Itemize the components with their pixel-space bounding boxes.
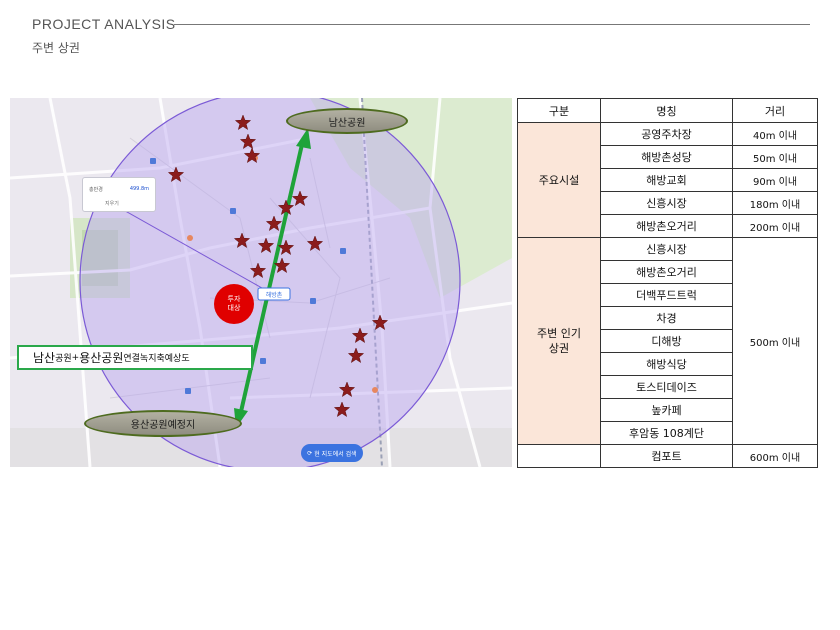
name-cell: 컴포트 xyxy=(600,444,733,468)
table-header-row: 구분 명칭 거리 xyxy=(517,98,818,123)
page-title: PROJECT ANALYSIS xyxy=(32,16,176,32)
name-cell: 해방교회 xyxy=(600,168,733,192)
table-row: 주변 인기 상권 신흥시장 500m 이내 xyxy=(517,237,818,445)
name-cell: 해방촌성당 xyxy=(600,145,733,169)
investment-target-marker: 투자 대상 xyxy=(214,284,254,324)
distance-cell: 600m 이내 xyxy=(732,444,818,468)
distance-cell: 90m 이내 xyxy=(732,168,818,192)
distance-cell: 500m 이내 xyxy=(732,237,818,445)
name-cell: 차경 xyxy=(600,306,733,330)
distance-measure-box[interactable]: 총반경 499.8m 지우기 xyxy=(82,177,156,212)
name-cell: 후암동 108계단 xyxy=(600,421,733,445)
green-axis-callout: 남산 공원 + 용산공원 연결녹지축예상도 xyxy=(17,345,253,370)
name-cell: 높카페 xyxy=(600,398,733,422)
table-row: 컴포트 600m 이내 xyxy=(517,444,818,468)
name-cell: 공영주차장 xyxy=(600,122,733,146)
category-cell: 주변 인기 상권 xyxy=(517,237,601,445)
name-cell: 해방촌오거리 xyxy=(600,260,733,284)
nearby-facilities-table: 구분 명칭 거리 주요시설 공영주차장 40m 이내 해방촌성당 50m 이내 해방교회 9… xyxy=(517,98,818,468)
refresh-icon: ⟳ xyxy=(307,449,315,457)
distance-cell: 200m 이내 xyxy=(732,214,818,238)
commercial-area-map[interactable]: 해방촌 총반경 499.8m 지우기 남산공원 용산공원예정지 투자 대상 남산 공… xyxy=(10,98,512,467)
yongsan-park-label: 용산공원예정지 xyxy=(84,410,242,437)
name-cell: 신흥시장 xyxy=(600,191,733,215)
column-header: 명칭 xyxy=(600,98,733,123)
distance-cell: 40m 이내 xyxy=(732,122,818,146)
page-subtitle: 주변 상권 xyxy=(32,41,80,55)
clear-measure-button[interactable]: 지우기 xyxy=(105,200,119,207)
name-cell: 해방촌오거리 xyxy=(600,214,733,238)
name-cell: 더백푸드트럭 xyxy=(600,283,733,307)
search-this-map-button[interactable]: ⟳ 현 지도에서 검색 xyxy=(301,444,363,462)
category-cell: 주요시설 xyxy=(517,122,601,238)
name-cell: 디해방 xyxy=(600,329,733,353)
svg-text:해방촌: 해방촌 xyxy=(266,291,283,299)
distance-cell: 180m 이내 xyxy=(732,191,818,215)
distance-cell: 50m 이내 xyxy=(732,145,818,169)
name-cell: 해방식당 xyxy=(600,352,733,376)
header-divider xyxy=(174,24,810,25)
column-header: 구분 xyxy=(517,98,601,123)
map-graphics: 해방촌 xyxy=(10,98,512,467)
category-cell xyxy=(517,444,601,468)
name-cell: 토스티데이즈 xyxy=(600,375,733,399)
table-row: 주요시설 공영주차장 40m 이내 xyxy=(517,122,818,238)
name-cell: 신흥시장 xyxy=(600,237,733,261)
namsan-park-label: 남산공원 xyxy=(286,108,408,134)
column-header: 거리 xyxy=(732,98,818,123)
